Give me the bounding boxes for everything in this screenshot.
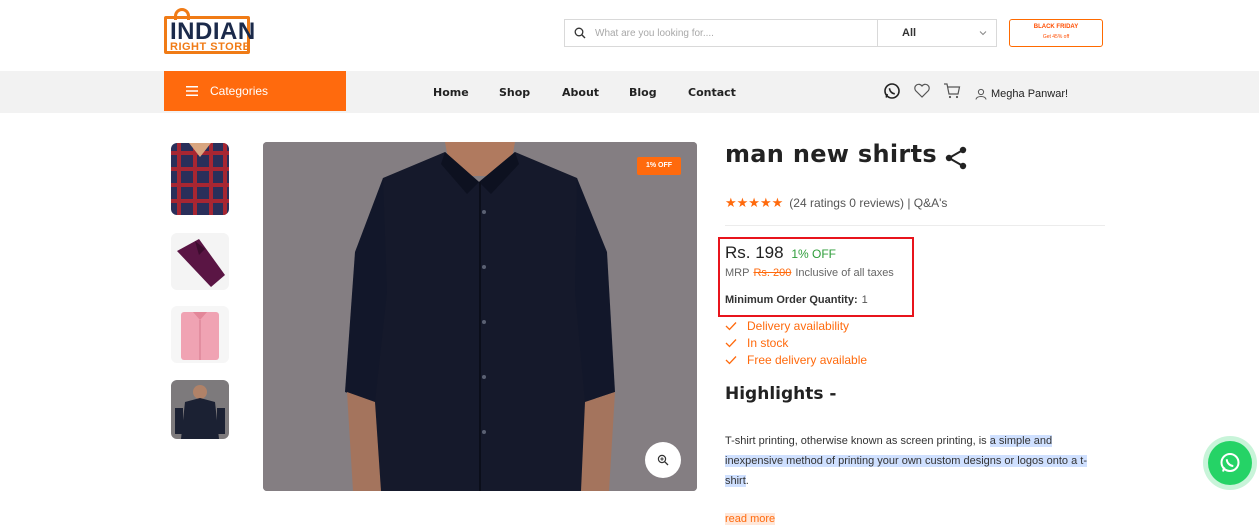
- description-text: T-shirt printing, otherwise known as scr…: [725, 435, 990, 447]
- menu-icon: [186, 86, 198, 96]
- thumbnail-purple-shirt[interactable]: [171, 233, 229, 290]
- share-icon[interactable]: [943, 145, 969, 176]
- mrp-label: MRP: [725, 267, 750, 279]
- feature-delivery: Delivery availability: [725, 319, 849, 333]
- moq-label: Minimum Order Quantity:: [725, 294, 858, 306]
- heart-icon[interactable]: [913, 83, 931, 104]
- user-account[interactable]: Megha Panwar!: [975, 88, 1068, 100]
- nav-link-blog[interactable]: Blog: [629, 86, 657, 99]
- moq-row: Minimum Order Quantity: 1: [725, 294, 868, 306]
- price-row: Rs. 198 1% OFF: [725, 243, 836, 263]
- current-price: Rs. 198: [725, 243, 784, 262]
- promo-subtitle: Get 45% off: [1042, 34, 1070, 40]
- rating-row: ★★★★★ (24 ratings 0 reviews) | Q&A's: [725, 195, 947, 211]
- zoom-button[interactable]: [645, 442, 681, 478]
- rating-text[interactable]: (24 ratings 0 reviews) | Q&A's: [789, 196, 947, 210]
- search-bar: All: [564, 19, 997, 47]
- feature-text: Delivery availability: [747, 319, 850, 333]
- divider: [725, 225, 1105, 226]
- category-select-value: All: [902, 27, 917, 39]
- black-friday-button[interactable]: BLACK FRIDAY Get 45% off: [1009, 19, 1103, 47]
- thumbnail-pink-shirt[interactable]: [171, 306, 229, 363]
- cart-icon[interactable]: [943, 82, 961, 105]
- moq-value: 1: [861, 294, 868, 306]
- price-discount: 1% OFF: [791, 247, 836, 261]
- nav-link-about[interactable]: About: [562, 86, 599, 99]
- nav-link-shop[interactable]: Shop: [499, 86, 530, 99]
- highlights-title: Highlights -: [725, 384, 837, 404]
- check-icon: [725, 321, 739, 331]
- description-end: .: [745, 475, 749, 487]
- chevron-down-icon: [979, 28, 987, 40]
- nav-link-contact[interactable]: Contact: [688, 86, 736, 99]
- categories-label: Categories: [210, 84, 269, 98]
- feature-stock: In stock: [725, 336, 788, 350]
- user-icon: [975, 88, 987, 100]
- star-rating-icons: ★★★★★: [725, 195, 784, 210]
- thumbnail-checked-shirt[interactable]: [171, 143, 229, 215]
- mrp-row: MRP Rs. 200 Inclusive of all taxes: [725, 267, 894, 279]
- check-icon: [725, 338, 739, 348]
- categories-button[interactable]: Categories: [164, 71, 346, 111]
- whatsapp-float-button[interactable]: [1203, 436, 1257, 490]
- product-description: T-shirt printing, otherwise known as scr…: [725, 431, 1110, 491]
- whatsapp-float-inner: [1208, 441, 1252, 485]
- discount-badge: 1% OFF: [637, 157, 681, 175]
- whatsapp-icon: [1220, 453, 1240, 472]
- main-product-image: [263, 142, 697, 491]
- search-input[interactable]: [595, 27, 877, 39]
- thumbnail-navy-shirt[interactable]: [171, 380, 229, 439]
- zoom-in-icon: [657, 454, 669, 466]
- feature-free-delivery: Free delivery available: [725, 353, 867, 367]
- tax-note: Inclusive of all taxes: [795, 267, 894, 279]
- logo-line2: RIGHT STORE: [170, 41, 251, 53]
- product-title: man new shirts: [725, 140, 937, 168]
- check-icon: [725, 355, 739, 365]
- whatsapp-icon[interactable]: [883, 82, 901, 105]
- store-logo[interactable]: INDIAN RIGHT STORE: [164, 6, 255, 58]
- read-more-link[interactable]: read more: [725, 513, 776, 525]
- mrp-value: Rs. 200: [753, 267, 792, 279]
- nav-icons: Megha Panwar!: [883, 82, 1068, 105]
- feature-text: In stock: [747, 336, 789, 350]
- user-name: Megha Panwar!: [991, 87, 1069, 100]
- promo-title: BLACK FRIDAY: [1033, 24, 1079, 30]
- search-icon[interactable]: [565, 27, 595, 39]
- feature-text: Free delivery available: [747, 353, 868, 367]
- category-select[interactable]: All: [877, 20, 997, 46]
- nav-link-home[interactable]: Home: [433, 86, 469, 99]
